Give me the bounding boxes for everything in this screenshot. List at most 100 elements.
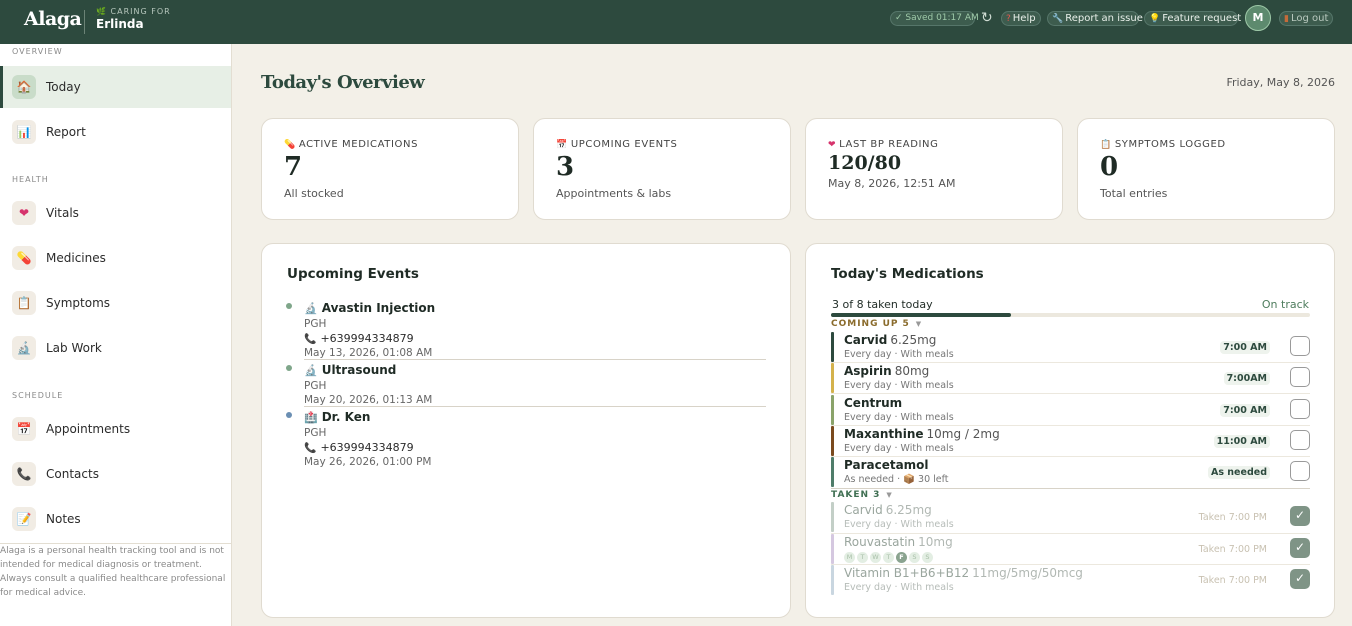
chevron-down-icon: ▼ (915, 320, 923, 328)
question-icon: ? (1006, 14, 1011, 24)
sidebar-item-label: Contacts (46, 467, 99, 481)
med-row: Aspirin 80mg Every day · With meals 7:00A… (831, 362, 1310, 394)
med-accent-bar (831, 426, 834, 456)
microscope-icon: 🔬 (304, 364, 318, 377)
divider (304, 359, 766, 360)
event-title: Ultrasound (321, 363, 397, 377)
med-name: Rouvastatin (844, 535, 916, 549)
stat-card-symptoms-logged[interactable]: 📋 SYMPTOMS LOGGED 0 Total entries (1077, 118, 1335, 220)
med-dose: 10mg / 2mg (926, 427, 1000, 441)
page-title: Today's Overview (261, 72, 425, 93)
help-button[interactable]: ? Help (1001, 11, 1041, 26)
pill-icon: 💊 (12, 246, 36, 270)
logout-button[interactable]: ▮ Log out (1279, 11, 1333, 26)
todays-medications-title: Today's Medications (831, 266, 984, 282)
med-taken-checkbox[interactable] (1290, 399, 1310, 419)
med-taken-checkbox[interactable] (1290, 367, 1310, 387)
stat-label: ACTIVE MEDICATIONS (298, 139, 419, 150)
report-issue-button[interactable]: 🔧 Report an issue (1047, 11, 1143, 26)
pill-icon: 💊 (284, 140, 296, 150)
event-item[interactable]: 🔬 Avastin Injection PGH 📞 +639994334879 Ma… (286, 301, 766, 359)
lightbulb-icon: 💡 (1149, 14, 1161, 24)
sidebar-item-label: Notes (46, 512, 81, 526)
sidebar-item-label: Medicines (46, 251, 106, 265)
stat-sub: All stocked (284, 187, 344, 200)
med-row: Vitamin B1+B6+B12 11mg/5mg/50mcg Every da… (831, 564, 1310, 596)
sidebar: OVERVIEW 🏠 Today 📊 Report HEALTH ❤ Vital… (0, 44, 232, 626)
caring-for-block[interactable]: 🌿 CARING FOR Erlinda (96, 7, 171, 31)
event-phone[interactable]: +639994334879 (320, 441, 413, 454)
sidebar-item-label: Lab Work (46, 341, 102, 355)
hospital-icon: 🏥 (304, 411, 318, 424)
feature-request-button[interactable]: 💡 Feature request (1144, 11, 1241, 26)
med-row: Carvid 6.25mg Every day · With meals 7:00… (831, 331, 1310, 363)
phone-icon: 📞 (12, 462, 36, 486)
med-time: Taken 7:00 PM (1198, 544, 1267, 555)
med-stock: 30 left (918, 474, 949, 485)
stat-label: SYMPTOMS LOGGED (1114, 139, 1226, 150)
med-taken-checkbox[interactable]: ✓ (1290, 506, 1310, 526)
med-dose: 10mg (918, 535, 953, 549)
day-chip: W (870, 552, 881, 563)
refresh-icon[interactable]: ↻ (981, 10, 993, 26)
med-accent-bar (831, 534, 834, 564)
wrench-icon: 🔧 (1052, 14, 1064, 24)
avatar[interactable]: M (1245, 5, 1271, 31)
sidebar-item-vitals[interactable]: ❤ Vitals (0, 192, 231, 234)
med-taken-checkbox[interactable] (1290, 461, 1310, 481)
med-accent-bar (831, 332, 834, 362)
sidebar-item-appointments[interactable]: 📅 Appointments (0, 408, 231, 450)
event-item[interactable]: 🏥 Dr. Ken PGH 📞 +639994334879 May 26, 2026… (286, 410, 766, 468)
calendar-icon: 📅 (556, 140, 568, 150)
event-item[interactable]: 🔬 Ultrasound PGH May 20, 2026, 01:13 AM (286, 363, 766, 406)
med-accent-bar (831, 395, 834, 425)
brand-logo[interactable]: Alaga (24, 8, 82, 30)
heart-icon: ❤ (828, 140, 837, 150)
day-chip: S (909, 552, 920, 563)
med-accent-bar (831, 565, 834, 595)
taken-count: 3 (873, 490, 881, 500)
microscope-icon: 🔬 (304, 302, 318, 315)
page-date: Friday, May 8, 2026 (1226, 76, 1335, 89)
stat-card-active-medications[interactable]: 💊 ACTIVE MEDICATIONS 7 All stocked (261, 118, 519, 220)
med-accent-bar (831, 502, 834, 532)
taken-toggle[interactable]: TAKEN 3 ▼ (831, 490, 893, 500)
coming-up-toggle[interactable]: COMING UP 5 ▼ (831, 319, 922, 329)
divider (304, 406, 766, 407)
sidebar-item-today[interactable]: 🏠 Today (0, 66, 231, 108)
med-schedule: Every day · With meals (844, 412, 954, 423)
med-taken-checkbox[interactable]: ✓ (1290, 569, 1310, 589)
event-place: PGH (304, 380, 327, 392)
brand-divider (84, 10, 85, 34)
disclaimer-text: Alaga is a personal health tracking tool… (0, 546, 226, 598)
med-row: Carvid 6.25mg Every day · With meals Take… (831, 501, 1310, 533)
event-title: Avastin Injection (321, 301, 436, 315)
event-phone[interactable]: +639994334879 (320, 332, 413, 345)
sidebar-item-contacts[interactable]: 📞 Contacts (0, 453, 231, 495)
day-chip: T (857, 552, 868, 563)
upcoming-events-title: Upcoming Events (287, 266, 419, 282)
day-chip: T (883, 552, 894, 563)
sidebar-item-label: Appointments (46, 422, 131, 436)
event-dot (286, 412, 292, 418)
med-name: Carvid (844, 333, 888, 347)
med-dose: 11mg/5mg/50mcg (972, 566, 1083, 580)
sidebar-item-symptoms[interactable]: 📋 Symptoms (0, 282, 231, 324)
stat-value: 120/80 (828, 152, 902, 174)
med-name: Maxanthine (844, 427, 924, 441)
med-taken-checkbox[interactable] (1290, 430, 1310, 450)
med-taken-checkbox[interactable] (1290, 336, 1310, 356)
phone-icon: 📞 (304, 334, 317, 345)
stat-value: 3 (556, 152, 575, 182)
sidebar-item-report[interactable]: 📊 Report (0, 111, 231, 153)
door-icon: ▮ (1284, 14, 1289, 24)
section-label-overview: OVERVIEW (12, 47, 63, 56)
sidebar-item-lab-work[interactable]: 🔬 Lab Work (0, 327, 231, 369)
med-time: As needed (1207, 466, 1270, 479)
stat-card-last-bp-reading[interactable]: ❤ LAST BP READING 120/80 May 8, 2026, 12:… (805, 118, 1063, 220)
sidebar-item-medicines[interactable]: 💊 Medicines (0, 237, 231, 279)
stat-card-upcoming-events[interactable]: 📅 UPCOMING EVENTS 3 Appointments & labs (533, 118, 791, 220)
med-schedule: Every day · With meals (844, 349, 954, 360)
sidebar-item-notes[interactable]: 📝 Notes (0, 498, 231, 540)
med-taken-checkbox[interactable]: ✓ (1290, 538, 1310, 558)
